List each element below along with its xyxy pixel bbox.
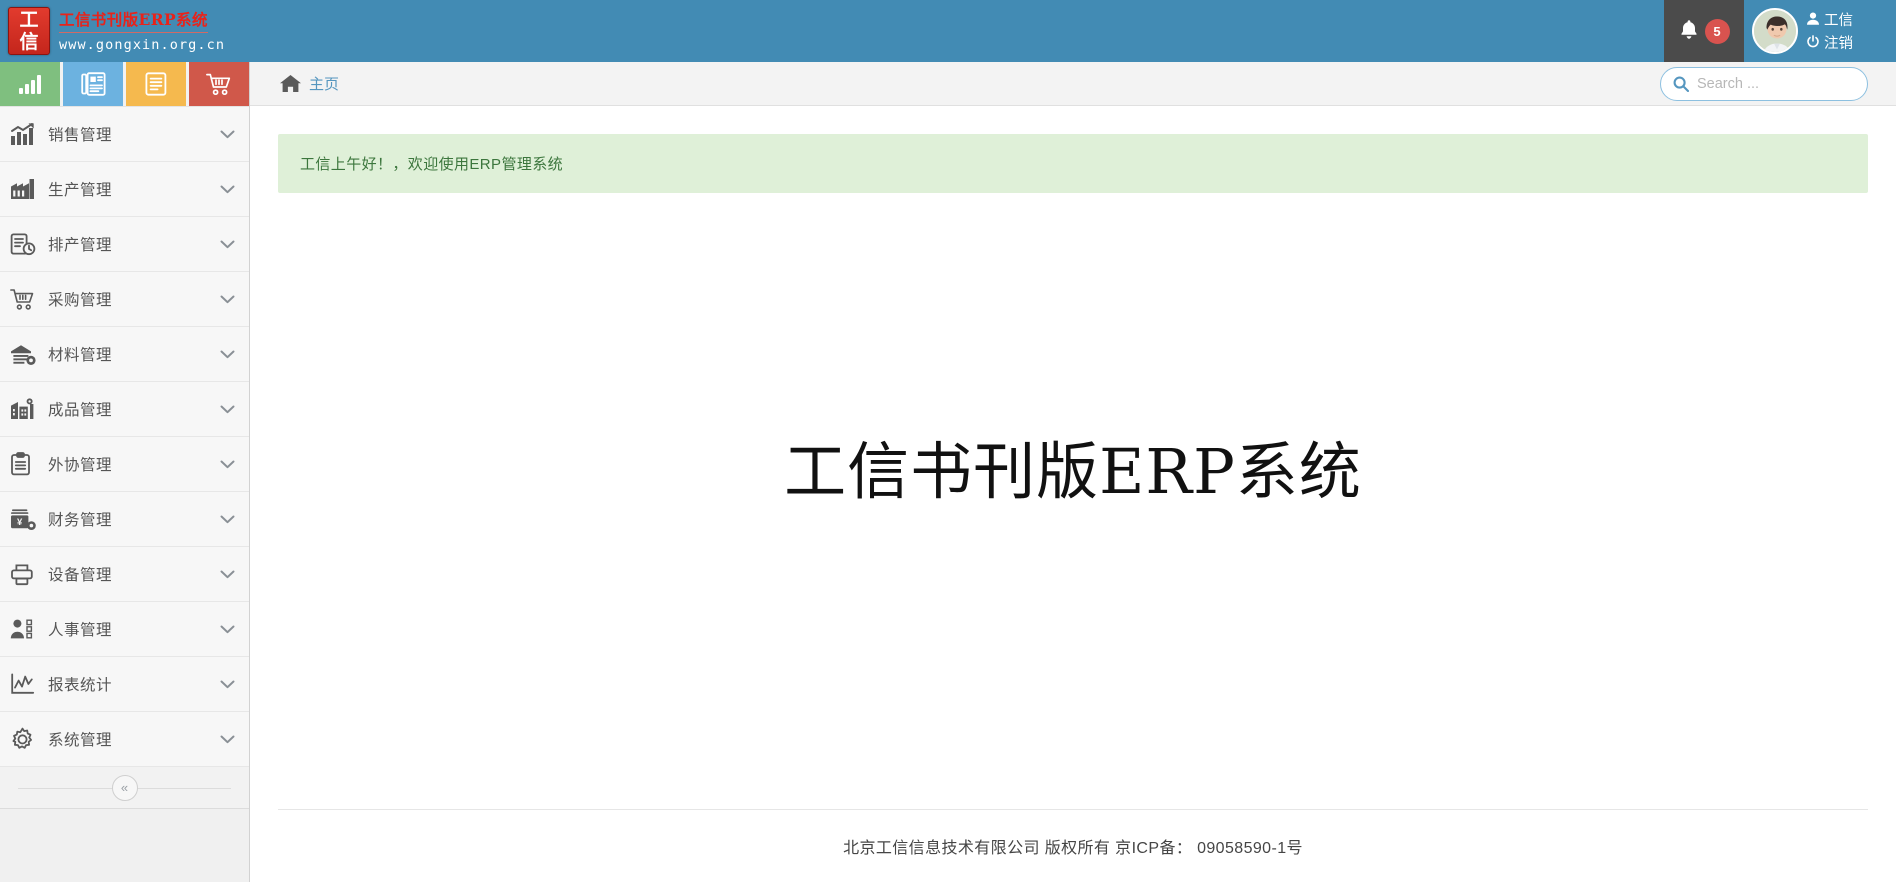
finance-yuan-icon: ¥	[10, 508, 44, 531]
breadcrumb-bar: 主页	[250, 62, 1896, 106]
user-info-lines: 工信 注销	[1807, 9, 1853, 53]
notification-count-badge: 5	[1704, 18, 1730, 44]
sidebar-item-label: 人事管理	[48, 622, 113, 639]
bar-chart-icon	[18, 73, 42, 95]
brand-url: www.gongxin.org.cn	[59, 36, 226, 53]
breadcrumb: 主页	[280, 73, 339, 94]
chevron-down-icon[interactable]	[220, 237, 235, 252]
brand-text-block: 工信书刊版ERP系统 www.gongxin.org.cn	[59, 8, 225, 55]
schedule-clock-icon	[10, 232, 44, 256]
sidebar-item-production[interactable]: 生产管理	[0, 162, 249, 217]
top-right-cluster: 5 工信 注销	[1664, 0, 1896, 62]
footer-copyright: 北京工信信息技术有限公司 版权所有 京ICP备： 09058590-1号	[843, 840, 1303, 857]
chevron-down-icon[interactable]	[220, 182, 235, 197]
welcome-alert: 工信上午好！，欢迎使用ERP管理系统	[278, 134, 1868, 193]
chart-button[interactable]	[0, 62, 60, 106]
hero-section: 工信书刊版ERP系统	[278, 193, 1868, 809]
printer-icon	[10, 563, 44, 586]
chevron-down-icon[interactable]	[220, 622, 235, 637]
user-name-label: 工信	[1824, 13, 1853, 29]
sidebar-item-equipment[interactable]: 设备管理	[0, 547, 249, 602]
cart-button[interactable]	[189, 62, 249, 106]
chevron-down-icon[interactable]	[220, 292, 235, 307]
sidebar-item-finance[interactable]: ¥ 财务管理	[0, 492, 249, 547]
personnel-icon	[10, 618, 44, 640]
sidebar-item-label: 材料管理	[48, 347, 113, 364]
logout-label: 注销	[1824, 36, 1853, 52]
power-icon	[1807, 34, 1819, 51]
news-button[interactable]	[63, 62, 123, 106]
sidebar-item-label: 报表统计	[48, 677, 113, 694]
sidebar-item-label: 设备管理	[48, 567, 113, 584]
sidebar-item-label: 排产管理	[48, 237, 113, 254]
sidebar-item-label: 系统管理	[48, 732, 113, 749]
logo-char-top: 工	[19, 9, 39, 31]
sidebar-item-system[interactable]: 系统管理	[0, 712, 249, 767]
user-name-row[interactable]: 工信	[1807, 9, 1853, 30]
chevron-down-icon[interactable]	[220, 127, 235, 142]
clipboard-icon	[10, 452, 44, 476]
purchase-cart-icon	[10, 288, 44, 311]
chevron-down-icon[interactable]	[220, 457, 235, 472]
factory-icon	[10, 178, 44, 200]
company-logo-icon: 工 信	[8, 7, 50, 55]
sidebar-filler	[0, 809, 249, 882]
document-icon	[145, 72, 167, 96]
chevron-down-icon[interactable]	[220, 677, 235, 692]
sidebar-item-label: 销售管理	[48, 127, 113, 144]
top-header-bar: 工 信 工信书刊版ERP系统 www.gongxin.org.cn 5 工信 注…	[0, 0, 1896, 62]
sidebar-item-sales[interactable]: 销售管理	[0, 107, 249, 162]
chevron-down-icon[interactable]	[220, 402, 235, 417]
sidebar-item-label: 成品管理	[48, 402, 113, 419]
chevron-down-icon[interactable]	[220, 347, 235, 362]
user-icon	[1807, 12, 1819, 28]
sidebar-item-label: 生产管理	[48, 182, 113, 199]
sidebar-item-label: 采购管理	[48, 292, 113, 309]
main-area: 主页 工信上午好！，欢迎使用ERP管理系统 工信书刊版ERP系统 北京工信信息技…	[250, 62, 1896, 882]
gear-icon	[10, 727, 44, 752]
home-icon	[280, 74, 301, 93]
logo-char-bottom: 信	[19, 31, 39, 53]
page-body: 销售管理 生产管理 排产管理 采购管理 材料管理 成品管理 外协管理 ¥ 财务管…	[0, 62, 1896, 882]
breadcrumb-home-link[interactable]: 主页	[309, 73, 339, 94]
sidebar: 销售管理 生产管理 排产管理 采购管理 材料管理 成品管理 外协管理 ¥ 财务管…	[0, 62, 250, 882]
search-box[interactable]	[1660, 66, 1884, 101]
sidebar-item-scheduling[interactable]: 排产管理	[0, 217, 249, 272]
report-chart-icon	[10, 673, 44, 695]
warehouse-gear-icon	[10, 343, 44, 366]
finished-goods-icon	[10, 397, 44, 421]
quick-action-bar	[0, 62, 249, 106]
sidebar-item-reports[interactable]: 报表统计	[0, 657, 249, 712]
chevron-down-icon[interactable]	[220, 567, 235, 582]
sidebar-item-personnel[interactable]: 人事管理	[0, 602, 249, 657]
sidebar-item-finished-goods[interactable]: 成品管理	[0, 382, 249, 437]
shopping-cart-icon	[205, 73, 233, 96]
search-input[interactable]	[1697, 75, 1884, 92]
page-title: 工信书刊版ERP系统	[784, 435, 1362, 508]
bell-icon	[1679, 19, 1699, 44]
brand-title: 工信书刊版ERP系统	[59, 8, 208, 33]
newspaper-icon	[80, 72, 106, 96]
sidebar-item-materials[interactable]: 材料管理	[0, 327, 249, 382]
brand-block[interactable]: 工 信 工信书刊版ERP系统 www.gongxin.org.cn	[0, 0, 225, 62]
user-menu[interactable]: 工信 注销	[1744, 0, 1896, 62]
logout-row[interactable]: 注销	[1807, 32, 1853, 53]
sidebar-collapse-button[interactable]: «	[111, 774, 138, 801]
chevron-down-icon[interactable]	[220, 732, 235, 747]
notifications-button[interactable]: 5	[1664, 0, 1744, 62]
sidebar-menu: 销售管理 生产管理 排产管理 采购管理 材料管理 成品管理 外协管理 ¥ 财务管…	[0, 106, 249, 767]
document-button[interactable]	[126, 62, 186, 106]
sidebar-item-label: 财务管理	[48, 512, 113, 529]
avatar[interactable]	[1752, 8, 1798, 54]
main-content: 工信上午好！，欢迎使用ERP管理系统 工信书刊版ERP系统 北京工信信息技术有限…	[250, 106, 1896, 882]
sidebar-item-label: 外协管理	[48, 457, 113, 474]
chevron-down-icon[interactable]	[220, 512, 235, 527]
search-icon	[1673, 76, 1689, 92]
sidebar-item-outsourcing[interactable]: 外协管理	[0, 437, 249, 492]
svg-text:¥: ¥	[17, 517, 23, 528]
sidebar-collapse-row: «	[0, 767, 249, 809]
sidebar-item-purchasing[interactable]: 采购管理	[0, 272, 249, 327]
sales-chart-icon	[10, 122, 44, 146]
